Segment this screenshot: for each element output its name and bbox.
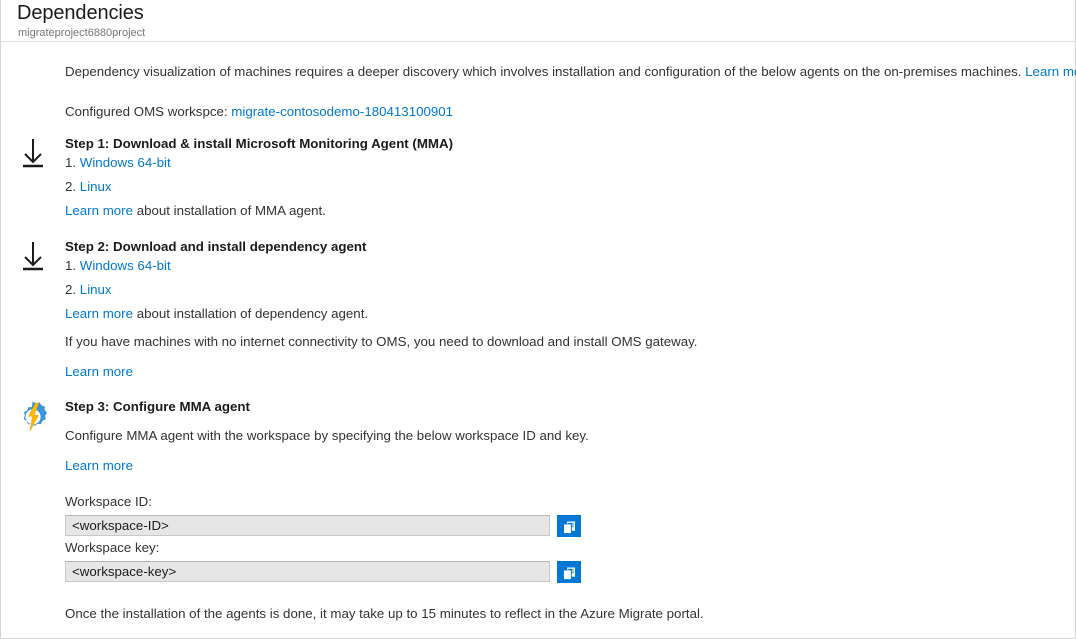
step-1-item-1-number: 1. — [65, 155, 76, 170]
footnote-text: Once the installation of the agents is d… — [65, 605, 704, 623]
step-2-windows-link[interactable]: Windows 64-bit — [80, 258, 171, 273]
copy-icon — [557, 520, 581, 535]
page-subtitle: migrateproject6880project — [18, 27, 145, 39]
step-1-linux-link[interactable]: Linux — [80, 179, 112, 194]
copy-icon — [557, 566, 581, 581]
step-2-learn-more-link[interactable]: Learn more — [65, 306, 133, 321]
step-2-item-2: 2. Linux — [65, 281, 1065, 299]
page-title: Dependencies — [17, 2, 144, 25]
step-1-item-1: 1. Windows 64-bit — [65, 154, 1065, 172]
step-1-learn-more-suffix: about installation of MMA agent. — [133, 203, 326, 218]
configured-workspace-label: Configured OMS workspce: — [65, 104, 228, 119]
step-2-title: Step 2: Download and install dependency … — [65, 238, 1065, 256]
step-1-body: Step 1: Download & install Microsoft Mon… — [65, 135, 1065, 220]
step-3-title: Step 3: Configure MMA agent — [65, 398, 1065, 416]
step-1-learn-more-row: Learn more about installation of MMA age… — [65, 202, 1065, 220]
step-3-body: Step 3: Configure MMA agent Configure MM… — [65, 398, 1065, 475]
oms-gateway-note: If you have machines with no internet co… — [65, 333, 697, 351]
step-2-item-1: 1. Windows 64-bit — [65, 257, 1065, 275]
intro-learn-more-link[interactable]: Learn more — [1025, 64, 1076, 79]
step-2-item-2-number: 2. — [65, 282, 76, 297]
copy-workspace-id-button[interactable] — [557, 515, 581, 537]
copy-workspace-key-button[interactable] — [557, 561, 581, 583]
download-icon — [15, 238, 51, 274]
step-3-description: Configure MMA agent with the workspace b… — [65, 427, 1065, 445]
step-1-windows-link[interactable]: Windows 64-bit — [80, 155, 171, 170]
gear-lightning-icon — [16, 400, 52, 436]
configured-workspace-row: Configured OMS workspce: migrate-contoso… — [65, 103, 453, 121]
step-2-learn-more-suffix: about installation of dependency agent. — [133, 306, 368, 321]
intro-paragraph: Dependency visualization of machines req… — [65, 63, 1076, 81]
blade-header: Dependencies migrateproject6880project — [1, 0, 1075, 42]
workspace-name-link[interactable]: migrate-contosodemo-180413100901 — [231, 104, 453, 119]
step-1-item-2: 2. Linux — [65, 178, 1065, 196]
workspace-key-label: Workspace key: — [65, 539, 159, 557]
blade-content: Dependency visualization of machines req… — [1, 43, 1075, 638]
workspace-id-input[interactable] — [65, 515, 550, 536]
step-2-item-1-number: 1. — [65, 258, 76, 273]
oms-gateway-learn-more-link[interactable]: Learn more — [65, 364, 133, 379]
step-1-learn-more-link[interactable]: Learn more — [65, 203, 133, 218]
step-3-learn-more-link[interactable]: Learn more — [65, 458, 133, 473]
step-1-item-2-number: 2. — [65, 179, 76, 194]
step-2-body: Step 2: Download and install dependency … — [65, 238, 1065, 323]
intro-text: Dependency visualization of machines req… — [65, 64, 1021, 79]
oms-gateway-learn-more-row: Learn more — [65, 363, 133, 381]
workspace-id-label: Workspace ID: — [65, 493, 152, 511]
step-2-linux-link[interactable]: Linux — [80, 282, 112, 297]
step-3-learn-more-row: Learn more — [65, 457, 1065, 475]
dependencies-blade: Dependencies migrateproject6880project D… — [0, 0, 1076, 639]
step-1-title: Step 1: Download & install Microsoft Mon… — [65, 135, 1065, 153]
step-2-learn-more-row: Learn more about installation of depende… — [65, 305, 1065, 323]
workspace-key-input[interactable] — [65, 561, 550, 582]
download-icon — [15, 135, 51, 171]
